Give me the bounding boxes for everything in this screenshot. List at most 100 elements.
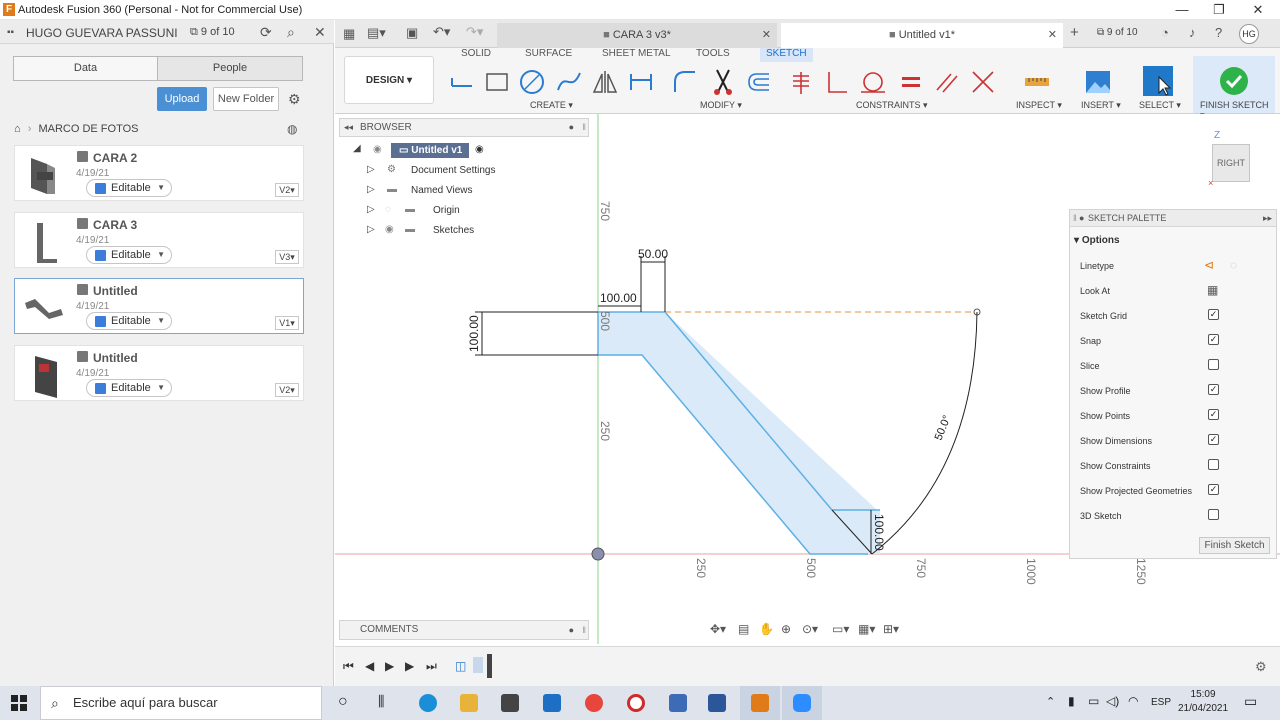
linetype-centerline-icon[interactable]: ◌ [1230,258,1237,272]
tab-data[interactable]: Data [13,56,158,81]
timeline-playhead[interactable] [487,654,492,678]
close-tab-icon[interactable]: ✕ [1048,23,1057,48]
breadcrumb-folder[interactable]: MARCO DE FOTOS [38,123,138,135]
upload-button[interactable]: Upload [157,87,207,111]
fit-zoom-icon[interactable]: ⊙▾ [802,622,818,636]
home-icon[interactable]: ⌂ [14,123,21,135]
trim-tool-icon[interactable] [709,68,737,96]
fillet-tool-icon[interactable] [671,68,699,96]
close-tab-icon[interactable]: ✕ [762,23,771,48]
grid-settings-icon[interactable]: ▦▾ [858,622,875,636]
search-icon[interactable]: ⌕ [287,24,295,41]
zoom-icon[interactable]: ⊕ [781,622,791,636]
new-folder-button[interactable]: New Folder [213,87,279,111]
insert-image-icon[interactable] [1084,68,1112,96]
zoom-taskbar-active[interactable] [782,686,822,720]
comments-pin-icon[interactable]: ● [569,621,574,639]
go-to-end-icon[interactable]: ⏭ [426,659,437,674]
tab-cara-3[interactable]: ■ CARA 3 v3* ✕ [497,23,777,48]
checkbox-slice[interactable] [1208,359,1219,370]
group-insert[interactable]: INSERT ▾ [1081,100,1121,111]
browser-item-document-settings[interactable]: Document Settings [411,165,496,176]
viewcube[interactable]: Z RIGHT × [1208,130,1258,188]
edge-browser-icon[interactable] [419,694,437,712]
play-icon[interactable]: ▶ [385,659,394,673]
ribbon-tab-solid[interactable]: SOLID [461,48,491,62]
browser-item-origin[interactable]: Origin [433,205,460,216]
ribbon-tab-surface[interactable]: SURFACE [525,48,572,62]
visibility-eye-icon[interactable]: ◉ [373,144,382,155]
options-section-toggle[interactable]: ▾ Options [1074,235,1120,246]
expand-sketches-icon[interactable]: ▷ [367,224,375,235]
checkbox-snap[interactable]: ✓ [1208,334,1219,345]
wifi-icon[interactable]: ◠ [1128,694,1138,708]
equal-constraint-icon[interactable] [897,68,925,96]
collapse-arrows-icon[interactable]: ◂◂ [344,119,353,136]
clock-history-icon[interactable]: ◔ [1161,25,1169,40]
viewcube-face[interactable]: RIGHT [1212,144,1250,182]
refresh-icon[interactable]: ⟳ [260,24,272,41]
user-name[interactable]: HUGO GUEVARA PASSUNI [26,26,178,40]
palette-header[interactable]: ‖ ● SKETCH PALETTE ▸▸ [1070,210,1276,227]
version-badge[interactable]: V3▾ [275,250,299,264]
hidden-eye-icon[interactable]: ◌ [385,204,391,215]
look-at-calendar-icon[interactable]: ▦ [1207,283,1218,297]
mail-icon[interactable] [543,694,561,712]
visibility-eye-icon[interactable]: ◉ [385,224,394,235]
line-tool-icon[interactable] [448,68,476,96]
undo-icon[interactable]: ↶▾ [433,24,450,40]
tangent-constraint-icon[interactable] [859,68,887,96]
close-panel-icon[interactable]: ✕ [314,24,326,41]
version-badge[interactable]: V1▾ [275,316,299,330]
minimize-button[interactable]: — [1172,2,1192,18]
perpendicular-constraint-icon[interactable] [823,68,851,96]
notifications-icon[interactable]: ▭ [1244,693,1257,710]
checkbox-show-projected-geometries[interactable]: ✓ [1208,484,1219,495]
checkbox-sketch-grid[interactable]: ✓ [1208,309,1219,320]
tab-untitled[interactable]: ■ Untitled v1* ✕ [781,23,1063,48]
finish-sketch-button[interactable]: FINISH SKETCH ▾ [1193,56,1275,120]
maximize-button[interactable]: ❐ [1209,2,1229,18]
midpoint-constraint-icon[interactable] [969,68,997,96]
settings-gear-icon[interactable]: ⚙ [288,91,301,108]
step-forward-icon[interactable]: ▶ [405,659,414,673]
version-badge[interactable]: V2▾ [275,183,299,197]
palette-pin-icon[interactable]: ● [1079,210,1084,227]
expand-root-icon[interactable]: ◢ [353,143,361,154]
tray-overflow-icon[interactable]: ⌃ [1046,695,1055,708]
version-count[interactable]: ⧉ 9 of 10 [190,26,235,39]
checkbox-show-points[interactable]: ✓ [1208,409,1219,420]
tab-people[interactable]: People [157,56,303,81]
rectangle-tool-icon[interactable] [483,68,511,96]
parallel-constraint-icon[interactable] [933,68,961,96]
timeline-feature-marker[interactable] [473,657,483,673]
group-create[interactable]: CREATE ▾ [530,100,573,111]
palette-expand-icon[interactable]: ▸▸ [1263,210,1272,227]
checkbox-show-profile[interactable]: ✓ [1208,384,1219,395]
opera-icon[interactable] [627,694,645,712]
language-indicator[interactable]: ESP [1151,697,1171,708]
group-constraints[interactable]: CONSTRAINTS ▾ [856,100,928,111]
palette-finish-sketch-button[interactable]: Finish Sketch [1199,537,1270,554]
apps-grid-icon[interactable]: ▪▪ [7,27,14,38]
user-avatar[interactable]: HG [1239,24,1259,44]
orbit-icon[interactable]: ✥▾ [710,622,726,636]
circle-tool-icon[interactable] [518,68,546,96]
offset-tool-icon[interactable] [745,68,773,96]
linetype-construction-icon[interactable]: ⊲ [1204,258,1214,272]
expand-origin-icon[interactable]: ▷ [367,204,375,215]
browser-header[interactable]: ◂◂ BROWSER ● ‖ [339,118,589,137]
checkbox-show-constraints[interactable] [1208,459,1219,470]
workspace-dropdown[interactable]: DESIGN ▾ [344,56,434,104]
version-badge[interactable]: V2▾ [275,383,299,397]
fusion-taskbar-active[interactable] [740,686,780,720]
look-at-icon[interactable]: ▤ [738,622,749,636]
group-inspect[interactable]: INSPECT ▾ [1016,100,1062,111]
browser-pin-icon[interactable]: ● [569,119,574,136]
store-icon[interactable] [501,694,519,712]
browser-item-sketches[interactable]: Sketches [433,225,474,236]
editable-dropdown[interactable]: Editable ▼ [86,246,172,264]
timeline-sketch-feature-icon[interactable]: ◫ [455,659,466,673]
version-count-right[interactable]: ⧉ 9 of 10 [1097,27,1138,38]
ribbon-tab-tools[interactable]: TOOLS [696,48,730,62]
